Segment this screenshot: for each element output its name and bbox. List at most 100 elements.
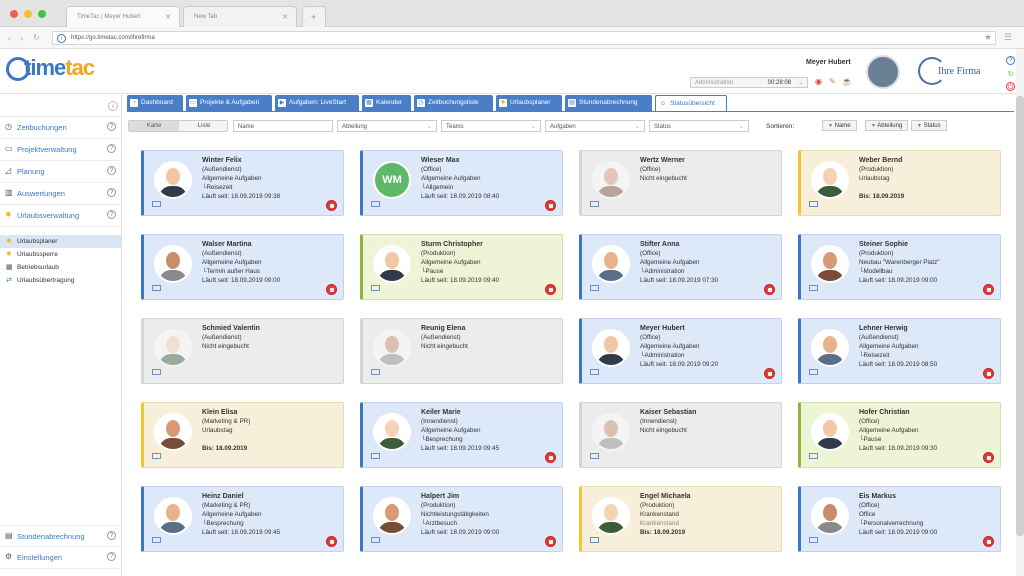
department-select[interactable]: Abteilung ⌄	[337, 120, 437, 132]
help-icon[interactable]: ?	[107, 144, 116, 153]
mail-icon[interactable]	[809, 201, 818, 207]
back-icon[interactable]: ‹	[8, 33, 11, 43]
help-icon[interactable]: ?	[107, 188, 116, 197]
tasks-select[interactable]: Aufgaben ⌄	[545, 120, 645, 132]
sidebar-subitem-urlaubsplaner[interactable]: ✹ Urlaubsplaner	[0, 235, 121, 248]
tab-kalender[interactable]: ▦ Kalender	[362, 95, 411, 111]
view-list-button[interactable]: Liste	[179, 123, 229, 129]
stop-button[interactable]	[764, 284, 775, 295]
collapse-sidebar-button[interactable]: ‹	[108, 101, 118, 111]
sort-name-button[interactable]: ▼ Name	[822, 120, 857, 131]
mail-icon[interactable]	[590, 201, 599, 207]
close-window-icon[interactable]	[10, 10, 18, 18]
view-card-button[interactable]: Karte	[129, 121, 179, 131]
sort-status-button[interactable]: ▼ Status	[911, 120, 947, 131]
stop-button[interactable]	[545, 200, 556, 211]
close-tab-icon[interactable]: ✕	[165, 13, 171, 21]
sidebar-subitem-urlaubssperre[interactable]: ✹ Urlaubssperre	[0, 248, 121, 261]
tab-zeitbuchungsliste[interactable]: ◷ Zeitbuchungsliste	[414, 95, 493, 111]
teams-select[interactable]: Teams ⌄	[441, 120, 541, 132]
employee-status-card[interactable]: Wertz Werner (Office) Nicht eingebucht	[579, 150, 782, 216]
mail-icon[interactable]	[152, 453, 161, 459]
timetac-logo[interactable]: timetac	[6, 55, 95, 82]
employee-status-card[interactable]: Steiner Sophie (Produktion) Neubau "Warenb…	[798, 234, 1001, 300]
close-tab-icon[interactable]: ✕	[282, 13, 288, 21]
mail-icon[interactable]	[371, 369, 380, 375]
employee-status-card[interactable]: Winter Felix (Außendienst) Allgemeine Aufg…	[141, 150, 344, 216]
employee-status-card[interactable]: Keiler Marie (Innendienst) Allgemeine Aufg…	[360, 402, 563, 468]
mail-icon[interactable]	[809, 537, 818, 543]
employee-status-card[interactable]: Eis Markus (Office) Office └Personalverrech…	[798, 486, 1001, 552]
mail-icon[interactable]	[371, 453, 380, 459]
help-icon[interactable]: ?	[107, 552, 116, 561]
browser-tab-timetac[interactable]: TimeTac | Meyer Hubert ✕	[66, 6, 180, 27]
browser-tab-new[interactable]: New Tab ✕	[183, 6, 297, 27]
employee-status-card[interactable]: Kaiser Sebastian (Innendienst) Nicht einge…	[579, 402, 782, 468]
mail-icon[interactable]	[590, 369, 599, 375]
stop-button[interactable]	[545, 452, 556, 463]
help-icon[interactable]: ?	[107, 166, 116, 175]
employee-status-card[interactable]: Halpert Jim (Produktion) Nichtleistungstät…	[360, 486, 563, 552]
stop-button[interactable]	[983, 368, 994, 379]
stop-button[interactable]	[326, 284, 337, 295]
new-tab-button[interactable]: +	[302, 6, 326, 27]
stop-timer-icon[interactable]: ◉	[814, 77, 823, 86]
sidebar-item-urlaubsverwaltung[interactable]: ✹ Urlaubsverwaltung?	[0, 205, 121, 227]
stop-button[interactable]	[545, 284, 556, 295]
power-icon[interactable]: ⏻	[1006, 82, 1015, 91]
stop-button[interactable]	[326, 200, 337, 211]
mail-icon[interactable]	[371, 537, 380, 543]
mail-icon[interactable]	[809, 285, 818, 291]
sidebar-item-projektverwaltung[interactable]: ▭ Projektverwaltung?	[0, 139, 121, 161]
employee-status-card[interactable]: Sturm Christopher (Produktion) Allgemeine …	[360, 234, 563, 300]
stop-button[interactable]	[326, 536, 337, 547]
stop-button[interactable]	[545, 536, 556, 547]
help-icon[interactable]: ?	[1006, 56, 1015, 65]
help-icon[interactable]: ?	[107, 531, 116, 540]
stop-button[interactable]	[983, 452, 994, 463]
employee-status-card[interactable]: Reunig Elena (Außendienst) Nicht eingebuch…	[360, 318, 563, 384]
minimize-window-icon[interactable]	[24, 10, 32, 18]
bookmark-star-icon[interactable]: ★	[984, 32, 992, 43]
stop-button[interactable]	[764, 368, 775, 379]
tab-livestart[interactable]: ▶ Aufgaben: LiveStart	[275, 95, 359, 111]
mail-icon[interactable]	[152, 285, 161, 291]
mail-icon[interactable]	[152, 369, 161, 375]
url-input[interactable]: i https://go.timetac.com/ihrefirma	[52, 31, 996, 45]
help-icon[interactable]: ?	[107, 210, 116, 219]
mail-icon[interactable]	[809, 453, 818, 459]
tab-stundenabrechnung[interactable]: ▤ Stundenabrechnung	[565, 95, 652, 111]
mail-icon[interactable]	[152, 201, 161, 207]
mode-select[interactable]: Administration 00:28:08 ⌄	[690, 77, 808, 88]
coffee-break-icon[interactable]: ☕	[842, 77, 852, 86]
tab-statusuebersicht[interactable]: ☺ Statusübersicht	[655, 95, 727, 111]
mail-icon[interactable]	[590, 453, 599, 459]
employee-status-card[interactable]: Klein Elisa (Marketing & PR) Urlaubstag Bis…	[141, 402, 344, 468]
employee-status-card[interactable]: Heinz Daniel (Marketing & PR) Allgemeine A…	[141, 486, 344, 552]
tab-urlaubsplaner[interactable]: ✹ Urlaubsplaner	[496, 95, 562, 111]
employee-status-card[interactable]: Stifter Anna (Office) Allgemeine Aufgaben └…	[579, 234, 782, 300]
sidebar-item-stundenabrechnung[interactable]: ▤ Stundenabrechnung?	[0, 525, 121, 547]
tab-dashboard[interactable]: ◔ Dashboard	[127, 95, 183, 111]
mail-icon[interactable]	[152, 537, 161, 543]
mail-icon[interactable]	[371, 201, 380, 207]
tab-projekte[interactable]: ▭ Projekte & Aufgaben	[186, 95, 272, 111]
sidebar-item-planung[interactable]: ◿ Planung?	[0, 161, 121, 183]
user-avatar[interactable]	[866, 55, 900, 89]
employee-status-card[interactable]: Hofer Christian (Office) Allgemeine Aufgab…	[798, 402, 1001, 468]
sidebar-item-auswertungen[interactable]: ▥ Auswertungen?	[0, 183, 121, 205]
employee-status-card[interactable]: Meyer Hubert (Office) Allgemeine Aufgaben └…	[579, 318, 782, 384]
employee-status-card[interactable]: Walser Martina (Außendienst) Allgemeine Au…	[141, 234, 344, 300]
maximize-window-icon[interactable]	[38, 10, 46, 18]
sidebar-item-zeitbuchungen[interactable]: ◷ Zeitbuchungen?	[0, 117, 121, 139]
refresh-icon[interactable]: ↻	[1006, 70, 1015, 79]
sidebar-subitem-betriebsurlaub[interactable]: ▦ Betriebsurlaub	[0, 261, 121, 274]
employee-status-card[interactable]: Weber Bernd (Produktion) Urlaubstag Bis: 18…	[798, 150, 1001, 216]
mail-icon[interactable]	[590, 285, 599, 291]
edit-icon[interactable]: ✎	[828, 77, 837, 86]
sidebar-item-einstellungen[interactable]: ⚙ Einstellungen?	[0, 547, 121, 569]
mail-icon[interactable]	[809, 369, 818, 375]
sidebar-subitem-urlaubsuebertragung[interactable]: ⇄ Urlaubsübertragung	[0, 274, 121, 287]
employee-status-card[interactable]: Engel Michaela (Produktion) Krankenstand Kr…	[579, 486, 782, 552]
name-filter-input[interactable]: Name	[233, 120, 333, 132]
